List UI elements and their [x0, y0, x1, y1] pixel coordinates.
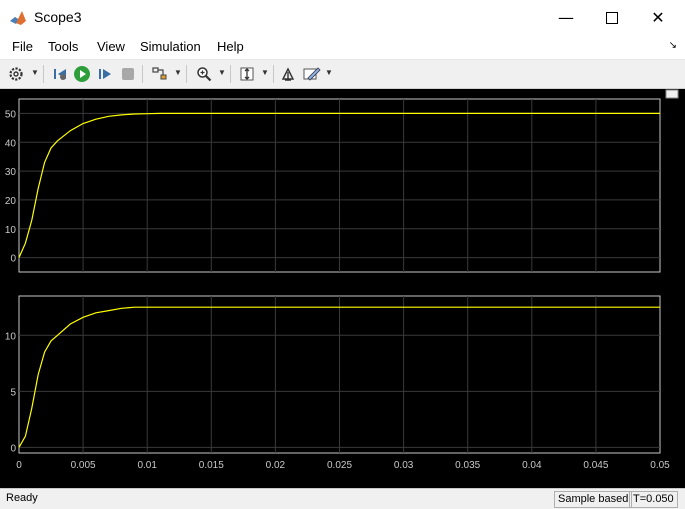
minimize-icon: —	[558, 8, 574, 27]
configuration-button[interactable]	[6, 64, 26, 84]
step-forward-icon	[99, 69, 111, 79]
scale-axes-dropdown-icon[interactable]: ▼	[261, 68, 269, 77]
menu-file[interactable]: File	[12, 39, 33, 54]
maximize-button[interactable]	[589, 0, 635, 35]
close-button[interactable]: ✕	[635, 0, 681, 35]
y-tick-label: 0	[10, 443, 16, 454]
status-bar: Ready Sample based T=0.050	[0, 488, 685, 509]
style-button[interactable]	[302, 64, 322, 84]
toolbar-separator	[186, 65, 187, 83]
maximize-icon	[606, 11, 618, 24]
step-forward-button[interactable]	[95, 64, 115, 84]
y-tick-label: 10	[5, 331, 17, 342]
toolbar-separator	[142, 65, 143, 83]
step-back-button[interactable]	[50, 64, 70, 84]
toolbar-separator	[273, 65, 274, 83]
step-back-icon	[54, 69, 66, 80]
x-tick-label: 0	[16, 460, 22, 471]
x-tick-label: 0.05	[650, 460, 670, 471]
x-tick-label: 0.005	[71, 460, 96, 471]
y-tick-label: 20	[5, 196, 17, 207]
stop-button[interactable]	[118, 64, 138, 84]
menu-help[interactable]: Help	[217, 39, 244, 54]
time-indicator: T=0.050	[629, 491, 678, 508]
stop-icon	[122, 68, 134, 80]
menu-simulation[interactable]: Simulation	[140, 39, 201, 54]
y-tick-label: 50	[5, 109, 17, 120]
x-tick-label: 0.045	[583, 460, 608, 471]
signal-selector-icon	[152, 67, 167, 80]
zoom-button[interactable]	[194, 64, 214, 84]
sample-mode-indicator: Sample based	[554, 491, 633, 508]
menu-view[interactable]: View	[97, 39, 125, 54]
style-icon	[303, 67, 321, 81]
configuration-dropdown-icon[interactable]: ▼	[31, 68, 39, 77]
y-tick-label: 0	[10, 254, 16, 265]
scope-display: 0 10 20 30 40 50 0 5 10 0 0.005 0.01 0.015 0.02 0.025 0…	[0, 89, 685, 488]
x-tick-label: 0.015	[199, 460, 224, 471]
title-bar: Scope3 — ✕	[0, 0, 685, 35]
close-icon: ✕	[651, 8, 665, 27]
zoom-dropdown-icon[interactable]: ▼	[218, 68, 226, 77]
menu-bar: File Tools View Simulation Help ↘	[0, 35, 685, 60]
menu-tools[interactable]: Tools	[48, 39, 78, 54]
y-tick-label: 40	[5, 138, 17, 149]
window-title: Scope3	[34, 9, 82, 25]
run-button[interactable]	[72, 64, 92, 84]
toolbar-separator	[230, 65, 231, 83]
scale-axes-icon	[240, 67, 254, 81]
scale-axes-button[interactable]	[237, 64, 257, 84]
x-tick-label: 0.01	[137, 460, 157, 471]
status-ready: Ready	[6, 492, 38, 504]
scope-axes: 0 10 20 30 40 50 0 5 10 0 0.005 0.01 0.015 0.02 0.025 0…	[5, 89, 679, 471]
signal-selector-button[interactable]	[150, 64, 170, 84]
x-tick-label: 0.035	[455, 460, 480, 471]
x-tick-label: 0.025	[327, 460, 352, 471]
style-dropdown-icon[interactable]: ▼	[325, 68, 333, 77]
y-tick-label: 5	[10, 387, 16, 398]
gear-icon	[9, 67, 23, 81]
highlight-icon	[281, 67, 295, 81]
zoom-icon	[197, 67, 212, 82]
menu-undock-icon[interactable]: ↘	[669, 40, 677, 51]
x-tick-label: 0.03	[394, 460, 414, 471]
y-tick-label: 30	[5, 167, 17, 178]
toolbar-separator	[43, 65, 44, 83]
restore-layout-button[interactable]	[665, 89, 679, 99]
minimize-button[interactable]: —	[543, 0, 589, 35]
signal-selector-dropdown-icon[interactable]: ▼	[174, 68, 182, 77]
highlight-button[interactable]	[278, 64, 298, 84]
toolbar: ▼ ▼ ▼ ▼ ▼	[0, 60, 685, 89]
y-tick-label: 10	[5, 225, 17, 236]
matlab-logo-icon	[9, 9, 27, 27]
run-icon	[74, 66, 90, 82]
x-tick-label: 0.04	[522, 460, 542, 471]
x-tick-label: 0.02	[266, 460, 286, 471]
